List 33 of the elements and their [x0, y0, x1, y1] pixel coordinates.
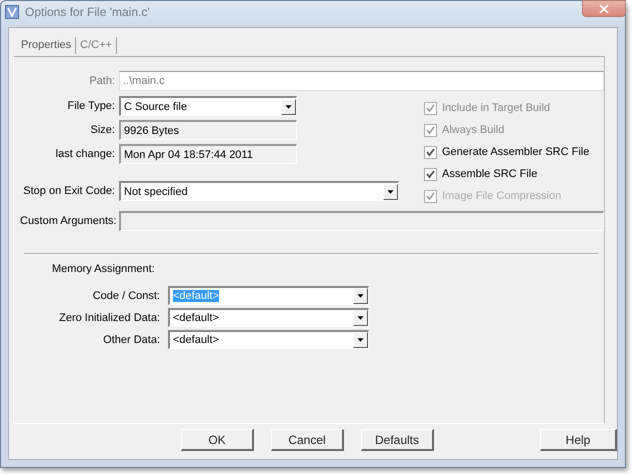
dialog-button[interactable]: Help: [540, 429, 617, 451]
path-field: ..\main.c: [119, 71, 604, 91]
dropdown-field[interactable]: <default>: [168, 308, 369, 327]
app-icon: [5, 5, 19, 19]
field-label: last change:: [54, 148, 115, 160]
checkbox-label: Always Build: [442, 124, 504, 136]
field-label: Size:: [90, 124, 115, 136]
dialog-button[interactable]: OK: [181, 429, 254, 451]
checkbox-label: Include in Target Build: [442, 102, 550, 114]
field-label: Zero Initialized Data:: [58, 312, 160, 324]
field-label: Other Data:: [102, 334, 160, 346]
field-label: File Type:: [66, 100, 115, 112]
close-icon: [599, 4, 609, 12]
field-label: Stop on Exit Code:: [22, 185, 115, 197]
close-button[interactable]: [582, 0, 626, 17]
dropdown-field[interactable]: Not specified: [119, 181, 399, 201]
dialog-button[interactable]: Cancel: [271, 429, 344, 451]
window-title: Options for File 'main.c': [25, 5, 150, 19]
dropdown-field[interactable]: <default>: [168, 330, 369, 349]
field-label: Code / Const:: [92, 290, 160, 302]
field-label: Path:: [88, 75, 115, 87]
dropdown-field[interactable]: C Source file: [119, 96, 297, 116]
info-field: Mon Apr 04 18:57:44 2011: [119, 144, 297, 164]
checkbox-label: Image File Compression: [442, 190, 562, 202]
checkbox[interactable]: [424, 146, 437, 158]
info-field: 9926 Bytes: [119, 120, 297, 140]
checkbox-label: Assemble SRC File: [442, 168, 538, 180]
section-label: Memory Assignment:: [52, 263, 156, 275]
tab[interactable]: C/C++: [76, 37, 117, 54]
checkbox[interactable]: [424, 168, 437, 180]
checkbox-label: Generate Assembler SRC File: [442, 146, 590, 158]
dialog-button[interactable]: Defaults: [361, 429, 434, 451]
field-label: Custom Arguments:: [20, 215, 115, 227]
